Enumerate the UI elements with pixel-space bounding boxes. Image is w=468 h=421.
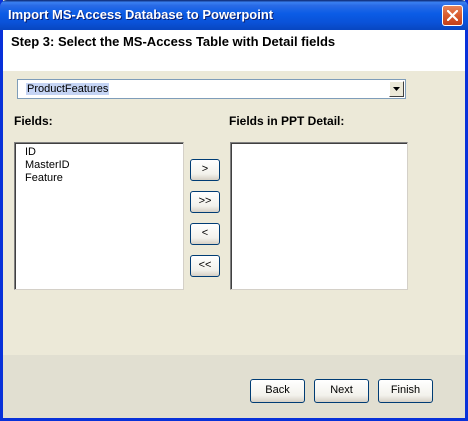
title-bar[interactable]: Import MS-Access Database to Powerpoint [0,0,468,30]
remove-all-fields-button[interactable]: << [190,255,220,277]
window-title: Import MS-Access Database to Powerpoint [8,7,274,22]
dialog-window: Import MS-Access Database to Powerpoint … [0,0,468,421]
close-button[interactable] [442,5,463,26]
back-button[interactable]: Back [250,379,305,403]
finish-button[interactable]: Finish [378,379,433,403]
next-button[interactable]: Next [314,379,369,403]
fields-label: Fields: [14,114,53,128]
remove-all-fields-label: << [198,259,212,271]
add-all-fields-label: >> [198,195,212,207]
list-item[interactable]: ID [16,146,182,159]
next-button-label: Next [330,384,353,396]
remove-field-button[interactable]: < [190,223,220,245]
list-item[interactable]: MasterID [16,159,182,172]
add-field-label: > [201,163,209,175]
step-title: Step 3: Select the MS-Access Table with … [11,34,336,49]
list-item[interactable]: Feature [16,172,182,185]
table-select-dropdown[interactable]: ProductFeatures [17,79,406,99]
table-select-value: ProductFeatures [26,83,110,95]
add-field-button[interactable]: > [190,159,220,181]
finish-button-label: Finish [390,384,421,396]
fields-listbox[interactable]: ID MasterID Feature [14,142,184,290]
step-header: Step 3: Select the MS-Access Table with … [3,30,465,71]
ppt-fields-listbox[interactable] [230,142,408,290]
dropdown-button[interactable] [389,81,404,97]
back-button-label: Back [265,384,290,396]
remove-field-label: < [201,227,209,239]
ppt-fields-label: Fields in PPT Detail: [229,114,345,128]
add-all-fields-button[interactable]: >> [190,191,220,213]
